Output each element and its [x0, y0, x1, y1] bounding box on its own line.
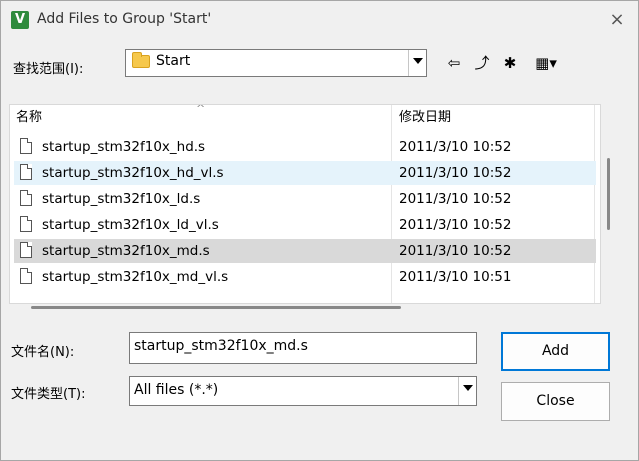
list-item[interactable]: startup_stm32f10x_ld_vl.s 2011/3/10 10:5… [14, 213, 596, 237]
file-type-dropdown[interactable]: All files (*.*) [129, 376, 477, 406]
title-bar: V Add Files to Group 'Start' × [1, 1, 638, 37]
file-name-label: 文件名(N): [11, 345, 75, 360]
sort-ascending-icon: ^ [196, 104, 206, 115]
file-type-label: 文件类型(T): [11, 387, 86, 402]
file-date: 2011/3/10 10:52 [399, 217, 512, 233]
horizontal-scrollbar[interactable] [31, 306, 401, 309]
column-header-name-label: 名称 [16, 110, 43, 125]
chevron-down-icon[interactable] [408, 50, 426, 76]
file-list[interactable]: 名称 ^ 修改日期 startup_stm32f10x_hd.s 2011/3/… [9, 104, 601, 304]
file-name: startup_stm32f10x_ld.s [42, 191, 201, 207]
list-item[interactable]: startup_stm32f10x_md_vl.s 2011/3/10 10:5… [14, 265, 596, 289]
look-in-value: Start [156, 53, 191, 69]
list-item[interactable]: startup_stm32f10x_hd.s 2011/3/10 10:52 [14, 135, 596, 159]
file-name: startup_stm32f10x_md_vl.s [42, 269, 229, 285]
file-name: startup_stm32f10x_ld_vl.s [42, 217, 219, 233]
close-window-button[interactable]: × [606, 9, 628, 31]
column-header-date-label: 修改日期 [399, 110, 452, 125]
file-name-input[interactable]: startup_stm32f10x_md.s [129, 332, 477, 364]
close-button[interactable]: Close [501, 382, 610, 421]
file-icon [20, 190, 32, 206]
file-date: 2011/3/10 10:52 [399, 165, 512, 181]
file-icon [20, 164, 32, 180]
window-title: Add Files to Group 'Start' [37, 11, 212, 27]
file-date: 2011/3/10 10:51 [399, 269, 512, 285]
add-files-dialog: V Add Files to Group 'Start' × 查找范围(I): … [0, 0, 639, 461]
file-date: 2011/3/10 10:52 [399, 139, 512, 155]
column-header-name[interactable]: 名称 [16, 105, 42, 131]
list-item-selected[interactable]: startup_stm32f10x_md.s 2011/3/10 10:52 [14, 239, 596, 263]
new-folder-icon[interactable]: ✱ [499, 53, 521, 73]
view-menu-icon[interactable]: ▦▾ [527, 53, 565, 73]
up-folder-icon[interactable]: ⤴ [471, 53, 493, 73]
folder-icon [132, 52, 150, 68]
file-name: startup_stm32f10x_hd_vl.s [42, 165, 224, 181]
list-item[interactable]: startup_stm32f10x_ld.s 2011/3/10 10:52 [14, 187, 596, 211]
file-icon [20, 268, 32, 284]
file-name: startup_stm32f10x_hd.s [42, 139, 206, 155]
back-icon[interactable]: ⇦ [443, 53, 465, 73]
file-type-value: All files (*.*) [134, 382, 219, 398]
chevron-down-icon[interactable] [458, 377, 476, 405]
file-date: 2011/3/10 10:52 [399, 191, 512, 207]
list-item[interactable]: startup_stm32f10x_hd_vl.s 2011/3/10 10:5… [14, 161, 596, 185]
file-name: startup_stm32f10x_md.s [42, 243, 210, 259]
file-date: 2011/3/10 10:52 [399, 243, 512, 259]
add-button[interactable]: Add [501, 332, 610, 371]
column-header-date[interactable]: 修改日期 [399, 105, 451, 131]
file-icon [20, 216, 32, 232]
app-icon: V [11, 11, 29, 29]
vertical-scrollbar[interactable] [607, 158, 610, 230]
look-in-dropdown[interactable]: Start [125, 49, 427, 77]
file-icon [20, 138, 32, 154]
look-in-label: 查找范围(I): [13, 62, 84, 77]
file-icon [20, 242, 32, 258]
